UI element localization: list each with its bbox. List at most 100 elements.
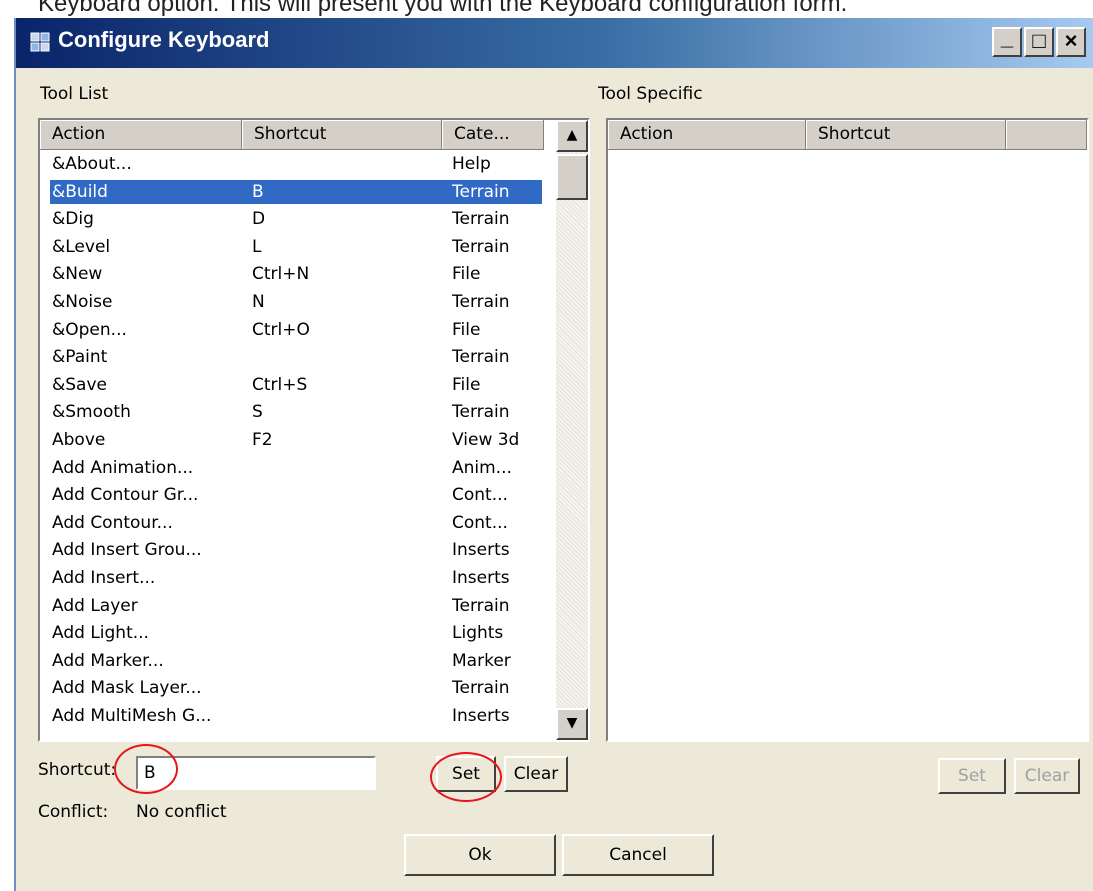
table-row[interactable]: Add Contour... Cont...	[50, 511, 542, 535]
clear-button[interactable]: Clear	[504, 756, 568, 792]
row-category: Inserts	[452, 706, 510, 726]
table-row[interactable]: &Noise N Terrain	[50, 290, 542, 314]
cancel-button[interactable]: Cancel	[562, 834, 714, 876]
column-header-category[interactable]: Cate...	[442, 120, 544, 150]
column-header-action[interactable]: Action	[40, 120, 242, 150]
row-shortcut: N	[252, 292, 265, 312]
shortcut-input[interactable]: B	[136, 756, 376, 790]
scroll-down-button[interactable]: ▼	[556, 708, 588, 740]
table-row[interactable]: &Save Ctrl+S File	[50, 373, 542, 397]
row-shortcut: L	[252, 236, 262, 257]
table-row[interactable]: Add MultiMesh G... Inserts	[50, 704, 542, 728]
row-action: &Paint	[52, 347, 108, 368]
table-row[interactable]: &Paint Terrain	[50, 345, 542, 369]
row-action: &Save	[52, 374, 107, 395]
set-button[interactable]: Set	[436, 756, 496, 792]
row-shortcut: Ctrl+O	[252, 319, 310, 340]
table-row[interactable]: &About... Help	[50, 152, 542, 176]
table-row[interactable]: Add Animation... Anim...	[50, 456, 542, 480]
table-row[interactable]: &Open... Ctrl+O File	[50, 318, 542, 342]
row-action: &New	[52, 264, 103, 285]
row-action: &Level	[52, 236, 111, 257]
table-row[interactable]: &Smooth S Terrain	[50, 400, 542, 424]
row-action: &Open...	[52, 319, 127, 340]
row-category: Cont...	[452, 485, 508, 506]
close-button[interactable]: ×	[1056, 27, 1086, 57]
row-shortcut: B	[252, 181, 264, 202]
specific-set-button[interactable]: Set	[938, 758, 1006, 794]
row-action: Add Mask Layer...	[52, 678, 202, 699]
arrow-down-icon: ▼	[566, 715, 578, 731]
row-category: File	[452, 319, 481, 340]
tool-list-label: Tool List	[40, 84, 109, 104]
row-action: Above	[52, 430, 106, 450]
table-row[interactable]: Add Insert... Inserts	[50, 566, 542, 590]
arrow-up-icon: ▲	[566, 127, 578, 143]
app-icon	[30, 32, 50, 52]
row-category: Terrain	[452, 595, 510, 616]
minimize-button[interactable]: _	[992, 27, 1022, 57]
row-category: Terrain	[452, 236, 510, 257]
row-action: &Build	[52, 181, 108, 202]
conflict-value: No conflict	[136, 802, 227, 822]
row-action: Add Layer	[52, 595, 138, 616]
row-category: Anim...	[452, 457, 512, 478]
row-action: Add MultiMesh G...	[52, 706, 212, 726]
column-header-shortcut[interactable]: Shortcut	[242, 120, 442, 150]
shortcut-label: Shortcut:	[38, 760, 117, 780]
table-row[interactable]: Add Mask Layer... Terrain	[50, 676, 542, 700]
document-text: Keyboard option. This will present you w…	[38, 0, 848, 17]
row-shortcut: S	[252, 402, 263, 423]
row-action: &About...	[52, 154, 132, 174]
table-row[interactable]: Add Layer Terrain	[50, 594, 542, 618]
table-row[interactable]: Add Contour Gr... Cont...	[50, 483, 542, 507]
conflict-label: Conflict:	[38, 802, 109, 822]
row-category: File	[452, 264, 481, 285]
table-row[interactable]: &Dig D Terrain	[50, 207, 542, 231]
table-row[interactable]: Add Light... Lights	[50, 621, 542, 645]
row-category: Lights	[452, 623, 504, 644]
row-category: Inserts	[452, 540, 510, 561]
row-action: Add Contour Gr...	[52, 485, 199, 506]
row-shortcut: Ctrl+N	[252, 264, 310, 285]
row-category: Cont...	[452, 512, 508, 533]
row-action: Add Animation...	[52, 457, 194, 478]
table-row[interactable]: &Level L Terrain	[50, 235, 542, 259]
scroll-up-button[interactable]: ▲	[556, 120, 588, 152]
row-category: Terrain	[452, 347, 510, 368]
tool-list-view[interactable]: Action Shortcut Cate... &About... Help &Bu…	[38, 118, 590, 742]
row-action: Add Marker...	[52, 650, 164, 671]
row-category: View 3d	[452, 430, 520, 450]
tool-list-scrollbar[interactable]: ▲ ▼	[556, 120, 588, 740]
table-row[interactable]: &New Ctrl+N File	[50, 262, 542, 286]
scroll-thumb[interactable]	[556, 154, 588, 200]
ok-button[interactable]: Ok	[404, 834, 556, 876]
row-shortcut: D	[252, 209, 266, 230]
row-category: Terrain	[452, 678, 510, 699]
maximize-button[interactable]: □	[1024, 27, 1054, 57]
maximize-icon: □	[1032, 28, 1046, 53]
row-category: File	[452, 374, 481, 395]
table-row[interactable]: Add Marker... Marker	[50, 649, 542, 673]
row-action: &Dig	[52, 209, 94, 230]
row-category: Terrain	[452, 209, 510, 230]
table-row[interactable]: Add Insert Grou... Inserts	[50, 538, 542, 562]
row-action: &Smooth	[52, 402, 131, 423]
row-action: &Noise	[52, 292, 113, 312]
specific-column-header-shortcut[interactable]: Shortcut	[806, 120, 1006, 150]
row-action: Add Contour...	[52, 512, 173, 533]
row-shortcut: Ctrl+S	[252, 374, 308, 395]
specific-clear-button[interactable]: Clear	[1014, 758, 1080, 794]
row-category: Help	[452, 154, 491, 174]
tool-specific-label: Tool Specific	[598, 84, 703, 104]
row-shortcut: F2	[252, 430, 273, 450]
window-title: Configure Keyboard	[58, 27, 270, 52]
row-category: Terrain	[452, 181, 510, 202]
table-row[interactable]: Above F2 View 3d	[50, 428, 542, 452]
title-bar[interactable]: Configure Keyboard _ □ ×	[16, 18, 1093, 68]
close-icon: ×	[1064, 28, 1078, 53]
specific-column-header-action[interactable]: Action	[608, 120, 806, 150]
tool-specific-view[interactable]: Action Shortcut	[606, 118, 1089, 742]
row-action: Add Insert Grou...	[52, 540, 202, 561]
table-row[interactable]: &Build B Terrain	[50, 179, 542, 204]
